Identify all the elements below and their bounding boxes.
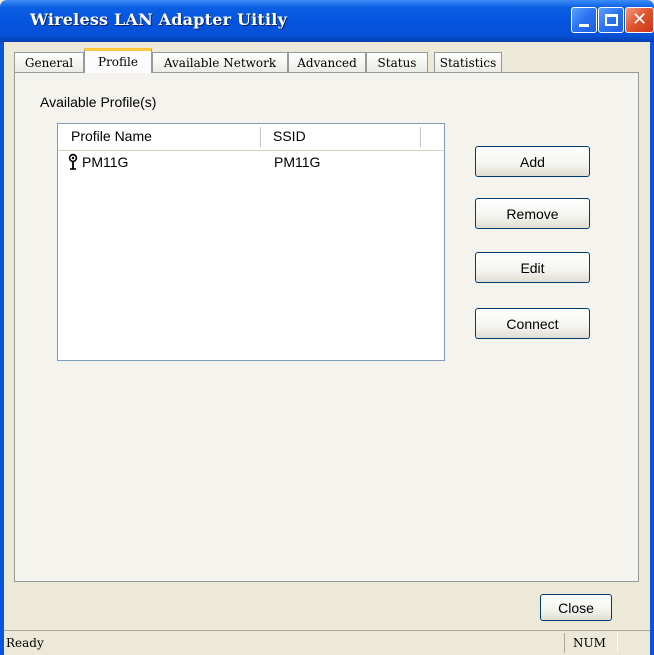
edit-button[interactable]: Edit — [475, 252, 590, 283]
available-profiles-label: Available Profile(s) — [40, 94, 157, 110]
maximize-icon — [604, 14, 618, 26]
column-separator[interactable] — [260, 127, 261, 147]
profile-list[interactable]: Profile Name SSID PM11G PM11G — [57, 123, 445, 361]
close-button[interactable]: Close — [540, 594, 612, 621]
close-icon: ✕ — [631, 9, 648, 30]
connect-button[interactable]: Connect — [475, 308, 590, 339]
column-separator[interactable] — [420, 127, 421, 147]
maximize-button[interactable] — [598, 7, 624, 33]
column-header-ssid[interactable]: SSID — [273, 128, 306, 144]
ssid-cell: PM11G — [274, 154, 321, 170]
column-header-profile-name[interactable]: Profile Name — [71, 128, 152, 144]
close-window-button[interactable]: ✕ — [625, 7, 654, 33]
tab-available-network[interactable]: Available Network — [152, 52, 288, 72]
title-bar[interactable]: Wireless LAN Adapter Uitily ✕ — [0, 0, 654, 42]
profile-name-cell: PM11G — [82, 154, 129, 170]
window-frame-left — [0, 42, 4, 655]
status-text: Ready — [6, 636, 44, 650]
minimize-icon — [579, 23, 589, 27]
window-frame-right — [650, 42, 654, 655]
list-item[interactable]: PM11G PM11G — [58, 151, 444, 173]
tab-advanced[interactable]: Advanced — [288, 52, 366, 72]
tab-status[interactable]: Status — [366, 52, 428, 72]
window-title: Wireless LAN Adapter Uitily — [30, 10, 288, 29]
add-button[interactable]: Add — [475, 146, 590, 177]
list-header: Profile Name SSID — [58, 124, 444, 151]
wireless-signal-icon — [68, 153, 78, 170]
minimize-button[interactable] — [571, 7, 597, 33]
num-lock-indicator: NUM — [573, 636, 606, 650]
tab-general[interactable]: General — [14, 52, 84, 72]
tab-profile[interactable]: Profile — [84, 48, 152, 73]
app-window: Wireless LAN Adapter Uitily ✕ General Pr… — [0, 0, 654, 655]
remove-button[interactable]: Remove — [475, 198, 590, 229]
tab-statistics[interactable]: Statistics — [434, 52, 502, 72]
status-bar: Ready NUM — [4, 630, 650, 655]
